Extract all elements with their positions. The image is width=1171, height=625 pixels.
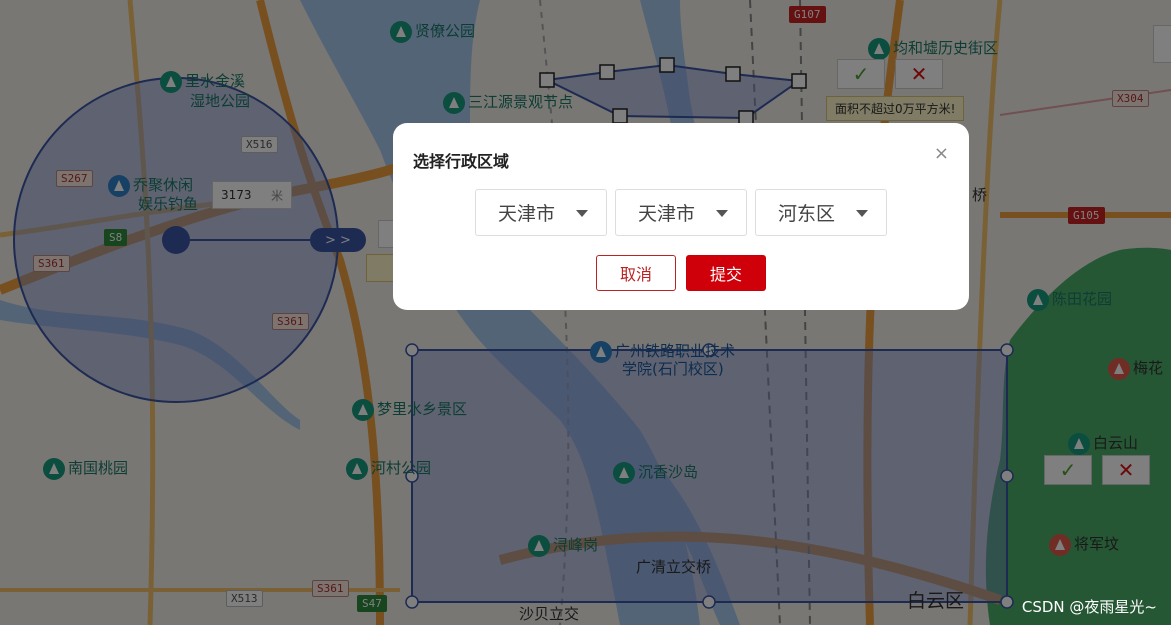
district-select[interactable]: 河东区: [755, 189, 887, 236]
district-select-value: 河东区: [778, 203, 836, 225]
region-select-dialog: 选择行政区域 × 天津市 天津市 河东区 取消 提交: [393, 123, 969, 310]
chevron-down-icon: [576, 210, 588, 217]
close-icon[interactable]: ×: [934, 143, 949, 164]
city-select-value: 天津市: [638, 203, 696, 225]
chevron-down-icon: [716, 210, 728, 217]
submit-button[interactable]: 提交: [686, 255, 766, 291]
chevron-down-icon: [856, 210, 868, 217]
province-select[interactable]: 天津市: [475, 189, 607, 236]
province-select-value: 天津市: [498, 203, 556, 225]
watermark: CSDN @夜雨星光~: [1021, 598, 1157, 616]
city-select[interactable]: 天津市: [615, 189, 747, 236]
modal-backdrop[interactable]: [0, 0, 1171, 625]
dialog-title: 选择行政区域: [413, 152, 510, 171]
cancel-button[interactable]: 取消: [596, 255, 676, 291]
